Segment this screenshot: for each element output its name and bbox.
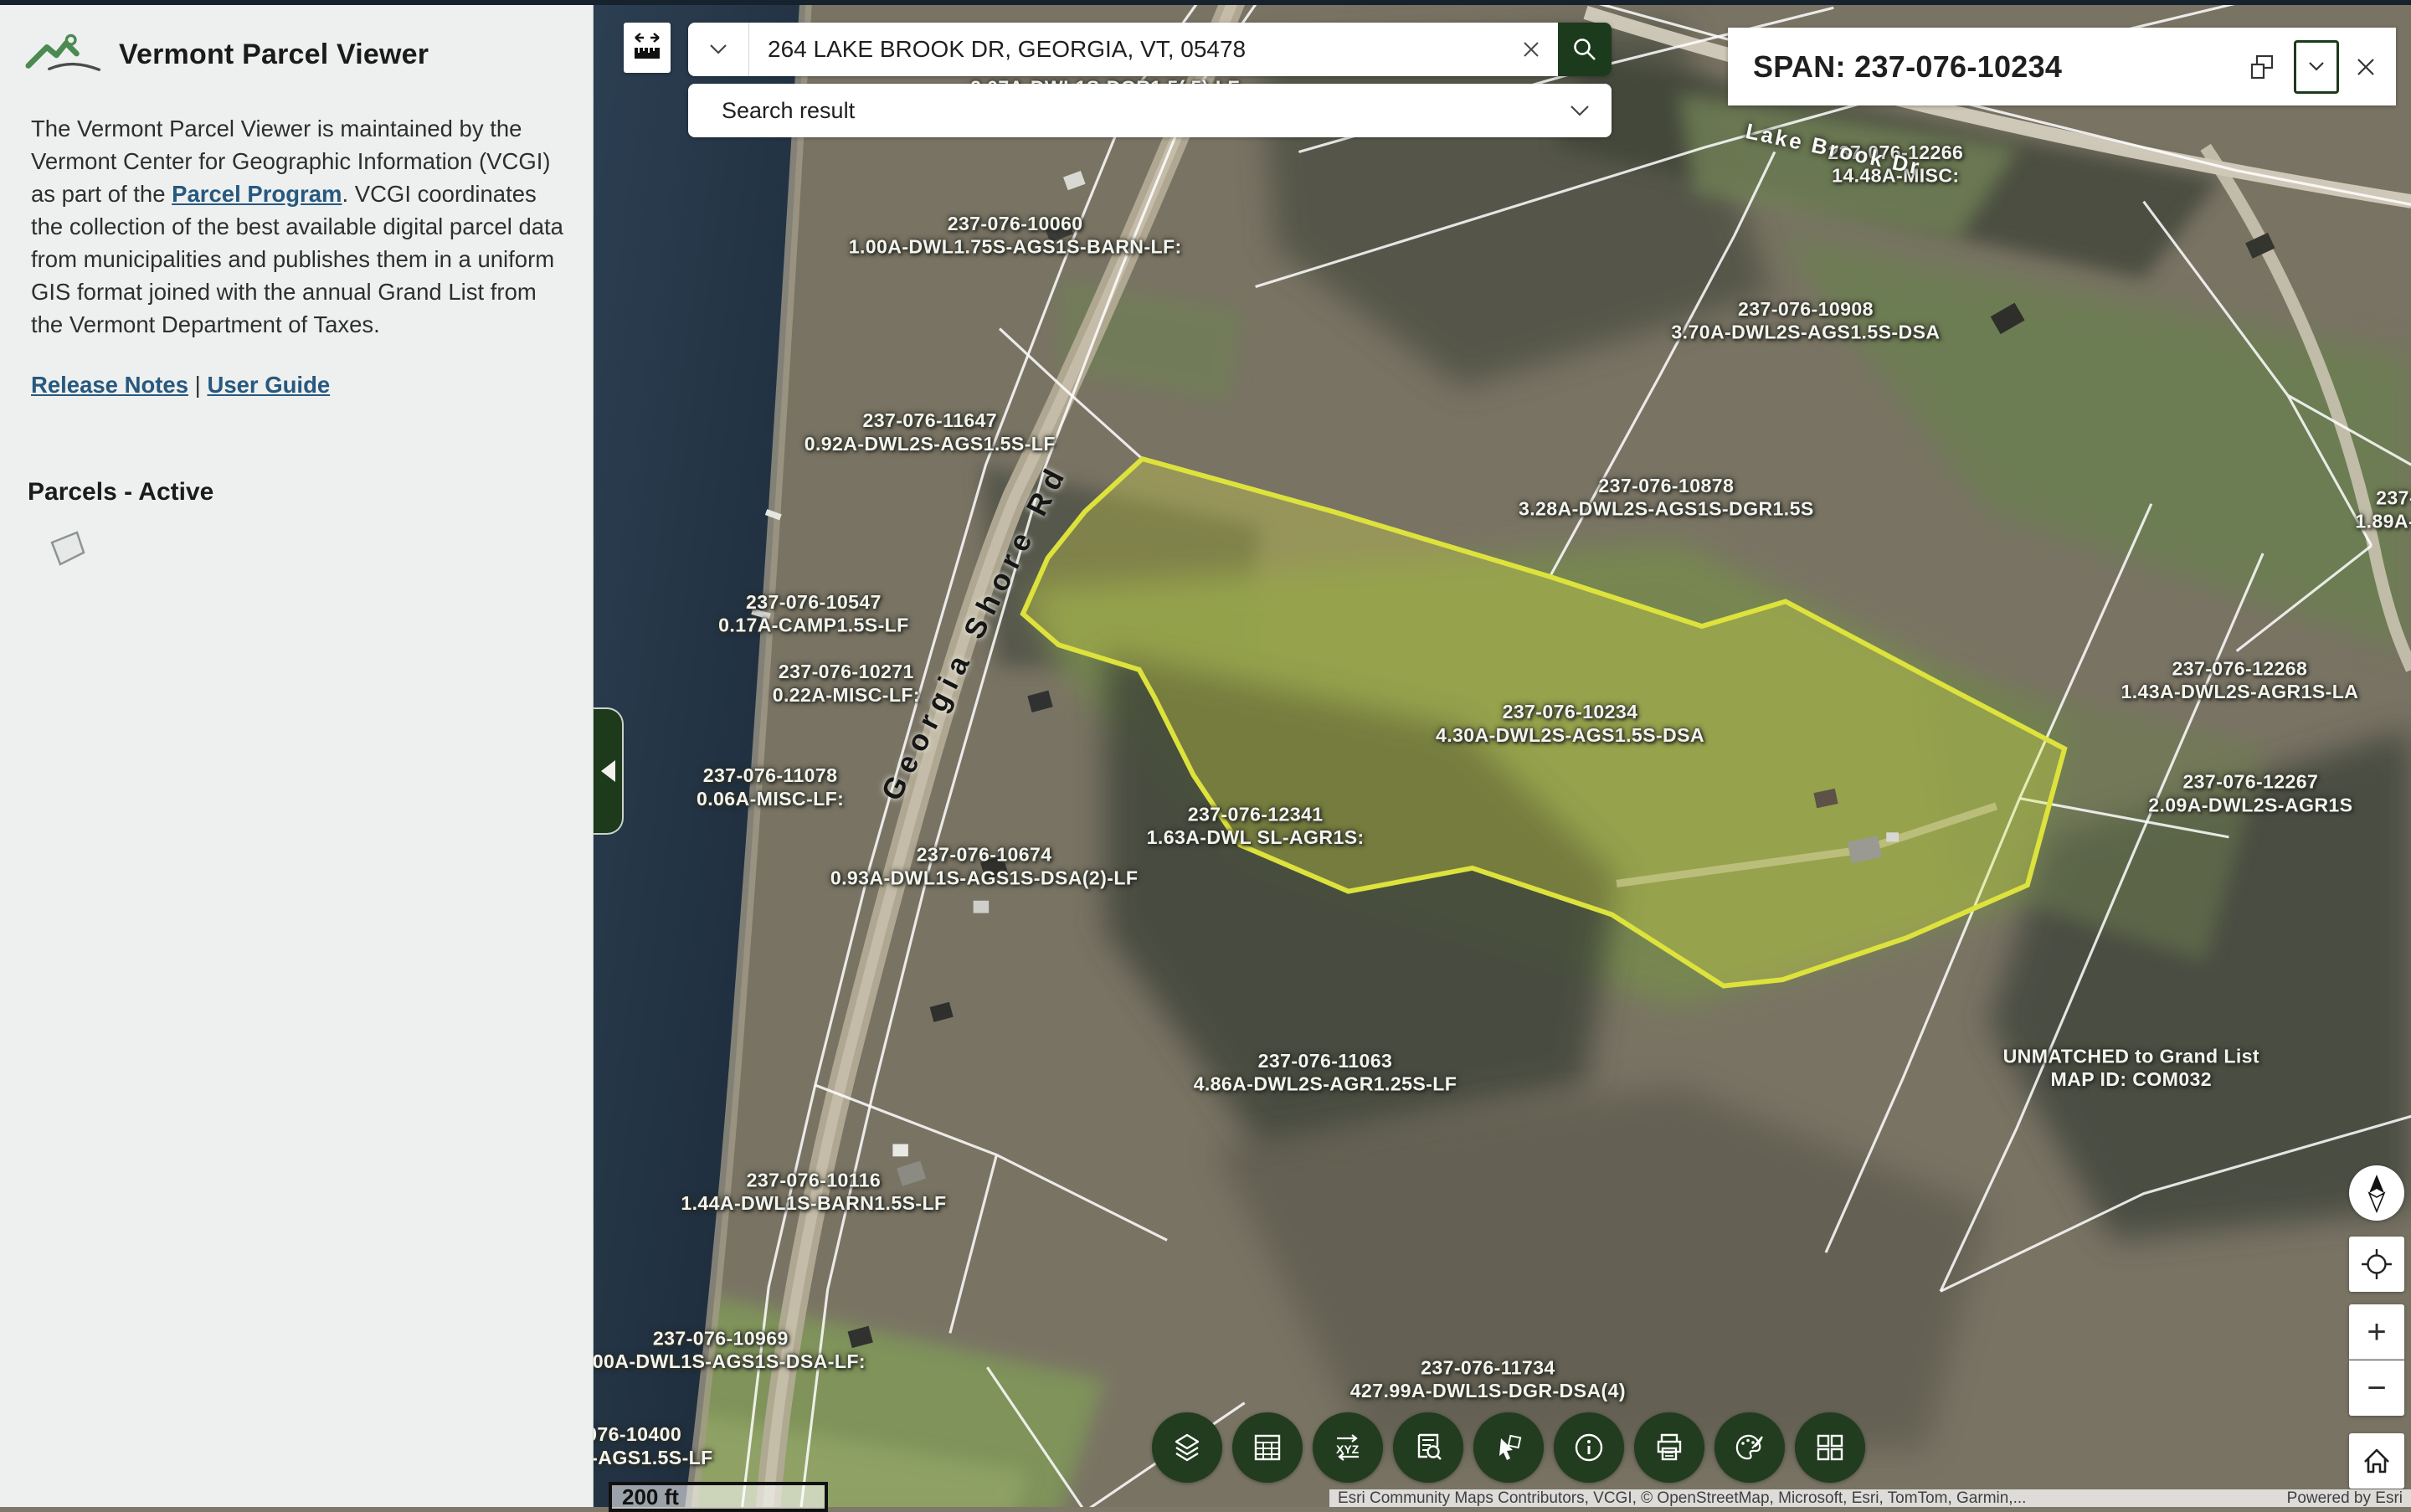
sidebar-links: Release Notes | User Guide (31, 372, 330, 399)
attribution-bar: Esri Community Maps Contributors, VCGI, … (1329, 1489, 2411, 1507)
parcel-span-title: SPAN: 237-076-10234 (1753, 49, 2247, 85)
copy-results-button[interactable] (2247, 51, 2279, 83)
powered-by-esri: Powered by Esri (2287, 1489, 2403, 1507)
chevron-left-icon (601, 760, 615, 782)
minus-icon: − (2367, 1371, 2386, 1405)
map-toolbar: XYZ (1152, 1412, 1865, 1483)
locate-button[interactable] (2349, 1237, 2404, 1292)
chevron-down-icon (709, 44, 727, 55)
map-canvas[interactable]: 237-076-100601.00A-DWL1.75S-AGS1S-BARN-L… (594, 0, 2411, 1507)
zoom-out-button[interactable]: − (2349, 1360, 2404, 1416)
close-icon (2354, 55, 2378, 79)
search-bar (688, 23, 1612, 76)
search-source-dropdown[interactable] (688, 23, 749, 76)
attribution-text: Esri Community Maps Contributors, VCGI, … (1338, 1489, 2026, 1507)
coordinate-conversion-button[interactable]: XYZ (1313, 1412, 1383, 1483)
close-panel-button[interactable] (2354, 55, 2378, 79)
links-separator: | (188, 372, 207, 398)
parcel-polygon-icon (49, 527, 87, 569)
parcel-label: 237-076-110634.86A-DWL2S-AGR1.25S-LF (1194, 1050, 1457, 1095)
xyz-coordinates-icon: XYZ (1329, 1428, 1367, 1467)
search-submit-button[interactable] (1558, 23, 1612, 76)
expand-panel-button[interactable] (2294, 40, 2339, 94)
document-search-icon (1409, 1428, 1447, 1467)
close-icon (1521, 39, 1541, 59)
measure-tool-button[interactable] (624, 23, 671, 73)
clear-search-button[interactable] (1504, 23, 1558, 76)
plus-icon: + (2367, 1315, 2386, 1349)
scale-label: 200 ft (622, 1484, 679, 1510)
window-top-edge (0, 0, 2411, 5)
sidebar: Vermont Parcel Viewer The Vermont Parcel… (0, 5, 594, 1507)
parcel-label: 237-076-123411.63A-DWL SL-AGR1S: (1147, 804, 1365, 849)
basemap-style-button[interactable] (1714, 1412, 1785, 1483)
sidebar-header: Vermont Parcel Viewer (25, 33, 593, 75)
collapse-sidebar-button[interactable] (594, 707, 624, 835)
app-description: The Vermont Parcel Viewer is maintained … (31, 112, 563, 341)
select-button[interactable] (1473, 1412, 1544, 1483)
info-icon (1570, 1428, 1608, 1467)
parcel-label: 237-076-122681.43A-DWL2S-AGR1S-LA (2121, 658, 2358, 703)
home-icon (2359, 1443, 2394, 1479)
copy-icon (2247, 51, 2279, 83)
parcel-label: 237-076-108783.28A-DWL2S-AGS1S-DGR1.5S (1519, 476, 1814, 521)
attribute-table-button[interactable] (1232, 1412, 1303, 1483)
basemap-gallery-button[interactable] (1795, 1412, 1865, 1483)
parcel-label: 237-076-106740.93A-DWL1S-AGS1S-DSA(2)-LF (830, 844, 1139, 889)
layers-button[interactable] (1152, 1412, 1222, 1483)
svg-text:XYZ: XYZ (1336, 1443, 1360, 1456)
parcel-label: 237-076-101161.44A-DWL1S-BARN1.5S-LF (681, 1170, 946, 1215)
parcel-program-link[interactable]: Parcel Program (172, 181, 342, 207)
parcel-label: 237-076-102344.30A-DWL2S-AGS1.5S-DSA (1436, 702, 1704, 747)
parcel-info-panel: SPAN: 237-076-10234 (1728, 28, 2396, 105)
search-result-label: Search result (722, 98, 855, 124)
print-button[interactable] (1634, 1412, 1704, 1483)
zoom-in-button[interactable]: + (2349, 1304, 2404, 1360)
parcel-label: 237-076-116470.92A-DWL2S-AGS1.5S-LF (805, 410, 1056, 455)
legend-title: Parcels - Active (28, 478, 213, 507)
search-input[interactable] (749, 36, 1504, 63)
grid-squares-icon (1811, 1428, 1849, 1467)
scale-bar: 200 ft (609, 1482, 828, 1512)
map-labels-layer: 237-076-100601.00A-DWL1.75S-AGS1S-BARN-L… (594, 0, 2411, 1507)
palette-brush-icon (1730, 1428, 1769, 1467)
layers-icon (1168, 1428, 1206, 1467)
chevron-down-icon (1570, 105, 1590, 117)
parcel-label: 237-076-109083.70A-DWL2S-AGS1.5S-DSA (1671, 298, 1940, 343)
app-title: Vermont Parcel Viewer (119, 39, 429, 71)
search-icon (1571, 36, 1598, 63)
printer-icon (1650, 1428, 1689, 1467)
chevron-down-icon (2308, 61, 2325, 72)
compass-needle-icon (2360, 1173, 2393, 1213)
parcel-label: 237-076-102710.22A-MISC-LF: (773, 661, 920, 707)
parcel-label: 237-076-12261.89A-DWL2S-AG (2355, 487, 2411, 532)
locate-crosshair-icon (2359, 1247, 2394, 1282)
parcel-label: 237-076-110780.06A-MISC-LF: (697, 765, 844, 810)
search-records-button[interactable] (1393, 1412, 1463, 1483)
parcel-label: 237-076-11734427.99A-DWL1S-DGR-DSA(4) (1350, 1357, 1626, 1402)
measure-icon (632, 29, 662, 66)
release-notes-link[interactable]: Release Notes (31, 372, 188, 398)
parcel-label: 237-076-105470.17A-CAMP1.5S-LF (718, 591, 909, 636)
parcel-label: 076-10400L2S-AGS1.5S-LF (594, 1424, 713, 1469)
table-icon (1248, 1428, 1287, 1467)
vcgi-logo-icon (25, 33, 105, 75)
select-cursor-icon (1489, 1428, 1528, 1467)
home-extent-button[interactable] (2349, 1433, 2404, 1489)
parcel-label: 237-076-100601.00A-DWL1.75S-AGS1S-BARN-L… (849, 213, 1182, 259)
parcel-label: 237-076-122672.09A-DWL2S-AGR1S (2148, 771, 2352, 816)
info-button[interactable] (1554, 1412, 1624, 1483)
compass-button[interactable] (2349, 1165, 2404, 1221)
search-result-dropdown[interactable]: Search result (688, 84, 1612, 137)
user-guide-link[interactable]: User Guide (207, 372, 330, 398)
parcel-label: 237-076-109691.00A-DWL1S-AGS1S-DSA-LF: (594, 1328, 866, 1373)
parcel-label: UNMATCHED to Grand ListMAP ID: COM032 (2003, 1046, 2259, 1091)
